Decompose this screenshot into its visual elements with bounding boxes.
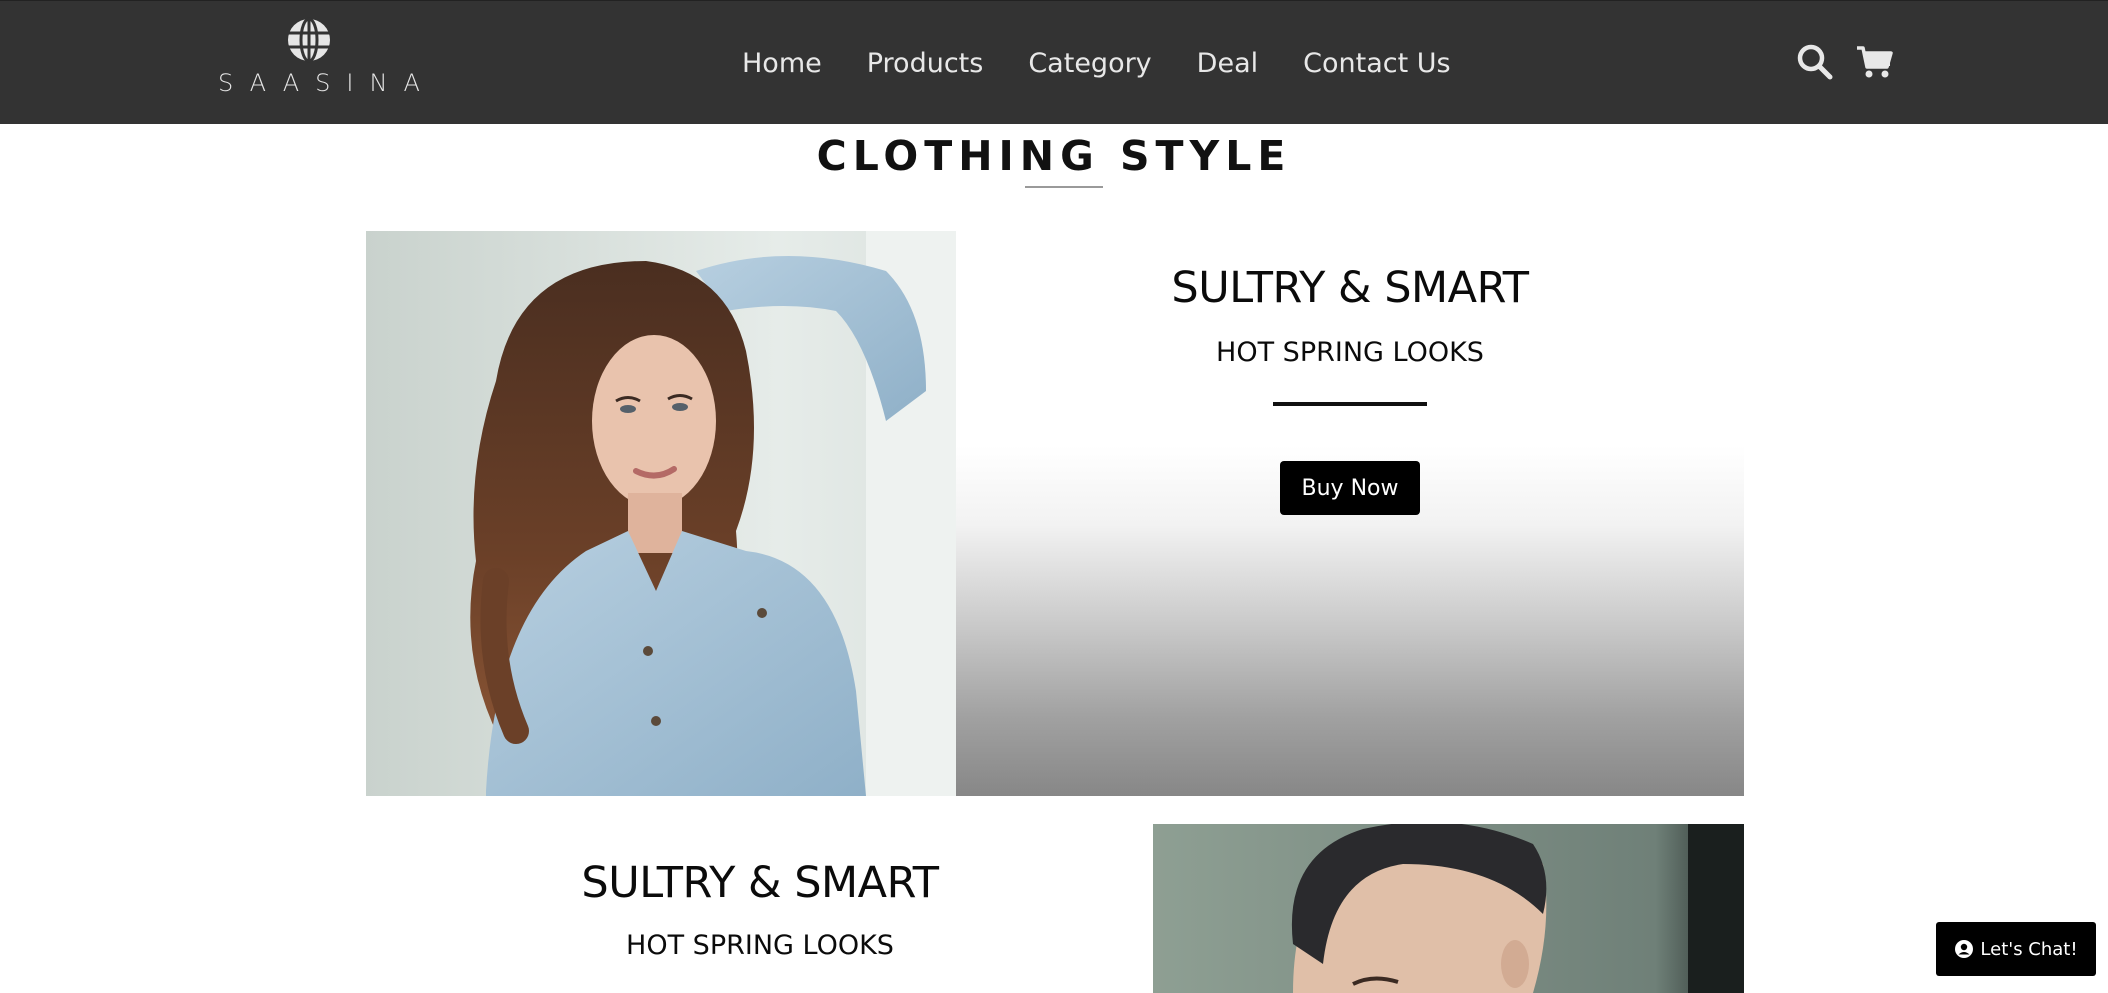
feature-title: SULTRY & SMART (1171, 263, 1529, 313)
main-nav: Home Products Category Deal Contact Us (742, 41, 1451, 85)
globe-icon (288, 17, 330, 63)
feature-title-2: SULTRY & SMART (581, 858, 939, 908)
user-circle-icon (1955, 940, 1974, 958)
feature-subtitle-2: HOT SPRING LOOKS (626, 930, 894, 961)
header-actions (1796, 43, 1916, 81)
site-header: SAASINA Home Products Category Deal Cont… (0, 0, 2108, 124)
feature-subtitle: HOT SPRING LOOKS (1216, 337, 1484, 368)
feature-panel: SULTRY & SMART HOT SPRING LOOKS Buy Now (956, 231, 1744, 796)
brand-logo[interactable]: SAASINA (218, 15, 420, 105)
cart-icon[interactable] (1856, 43, 1894, 81)
feature-block-men-text: SULTRY & SMART HOT SPRING LOOKS (366, 824, 1154, 993)
nav-item-home[interactable]: Home (742, 48, 822, 79)
nav-item-category[interactable]: Category (1028, 48, 1151, 79)
title-underline (1025, 186, 1103, 188)
buy-now-button[interactable]: Buy Now (1280, 461, 1420, 515)
brand-name: SAASINA (218, 69, 436, 97)
nav-item-products[interactable]: Products (867, 48, 984, 79)
feature-divider (1273, 402, 1427, 406)
section-title: CLOTHING STYLE (816, 132, 1292, 180)
feature-image-man (1153, 824, 1744, 993)
feature-block-women: SULTRY & SMART HOT SPRING LOOKS Buy Now (366, 231, 1744, 796)
feature-image-woman (366, 231, 956, 796)
lets-chat-button[interactable]: Let's Chat! (1936, 922, 2096, 976)
nav-item-deal[interactable]: Deal (1197, 48, 1258, 79)
nav-item-contact-us[interactable]: Contact Us (1303, 48, 1450, 79)
chat-label: Let's Chat! (1980, 938, 2078, 960)
search-icon[interactable] (1796, 43, 1834, 81)
